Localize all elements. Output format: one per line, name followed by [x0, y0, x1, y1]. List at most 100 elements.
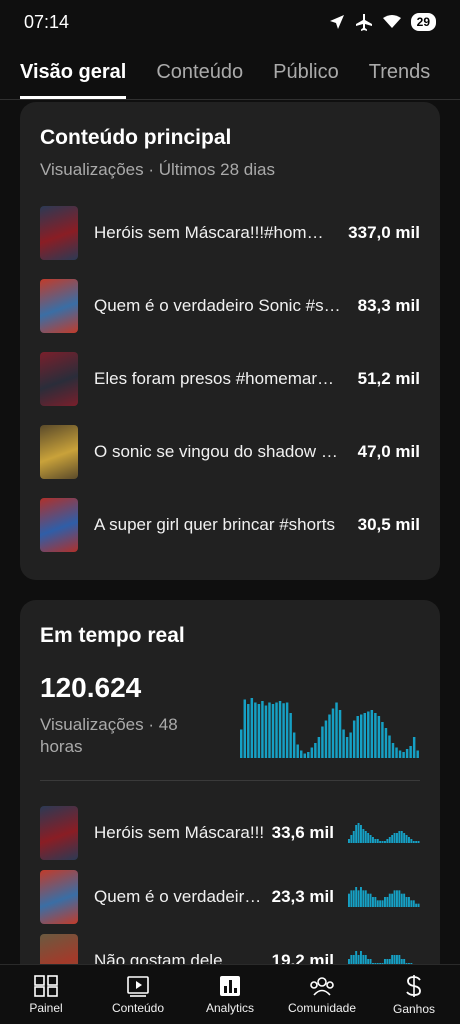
sparkline-bar: [369, 835, 372, 843]
sparkline-bar: [372, 837, 374, 843]
video-views: 47,0 mil: [357, 441, 420, 461]
realtime-row[interactable]: Heróis sem Máscara!!! 33,6 mil: [40, 801, 420, 865]
nav-ganhos[interactable]: Ganhos: [368, 965, 460, 1024]
chart-bar: [247, 704, 250, 758]
top-content-card: Conteúdo principal Visualizações · Últim…: [20, 102, 440, 580]
chart-bar: [352, 720, 356, 758]
sparkline-bar: [417, 903, 420, 907]
nav-analytics[interactable]: Analytics: [184, 965, 276, 1024]
chart-bar: [402, 752, 405, 758]
sparkline-bar: [357, 890, 360, 907]
tab-publico[interactable]: Público: [273, 48, 339, 99]
chart-bar: [240, 729, 243, 758]
video-title: Quem é o verdadeiro Sonic #shorts: [94, 295, 342, 315]
chart-bar: [278, 701, 282, 758]
nav-conteudo[interactable]: Conteúdo: [92, 965, 184, 1024]
sparkline-bar: [374, 839, 377, 843]
realtime-row[interactable]: Quem é o verdadeiro Sonic 23,3 mil: [40, 865, 420, 929]
top-content-row[interactable]: A super girl quer brincar #shorts 30,5 m…: [40, 488, 420, 561]
chart-bar: [289, 713, 292, 758]
sparkline-bar: [357, 823, 360, 843]
tab-conteudo[interactable]: Conteúdo: [156, 48, 243, 99]
chart-bar: [356, 716, 359, 758]
nav-label: Comunidade: [287, 1000, 357, 1015]
video-title: A super girl quer brincar #shorts: [94, 514, 335, 534]
sparkline-bar: [398, 890, 401, 907]
video-thumbnail: [40, 351, 78, 406]
video-title: Quem é o verdadeiro Sonic: [94, 887, 266, 906]
sparkline-bar: [408, 897, 410, 907]
sparkline-bar: [372, 897, 374, 907]
chart-bar: [300, 750, 303, 758]
video-library-icon: [127, 975, 149, 997]
chart-bar: [360, 714, 363, 758]
realtime-title: Em tempo real: [40, 624, 185, 647]
sparkline-bar: [403, 833, 406, 843]
sparkline-bar: [405, 897, 408, 907]
top-content-row[interactable]: Heróis sem Máscara!!!#homemaranha #short…: [40, 196, 420, 269]
sparkline-bar: [374, 897, 377, 907]
chart-bar: [367, 711, 370, 758]
nav-label: Analytics: [205, 1000, 255, 1015]
sparkline-bar: [352, 890, 355, 907]
status-bar: 07:14 29: [0, 0, 460, 44]
sparkline-bar: [412, 900, 415, 907]
nav-label: Ganhos: [392, 1001, 436, 1016]
realtime-total-views: 120.624: [40, 672, 142, 703]
nav-comunidade[interactable]: Comunidade: [276, 965, 368, 1024]
video-title: Heróis sem Máscara!!!#homemaranha #short…: [94, 222, 332, 242]
chart-bar: [391, 743, 395, 758]
realtime-card[interactable]: Em tempo real 120.624 Visualizações · 48…: [20, 600, 440, 1020]
bottom-navigation: Painel Conteúdo Analytics Comunidade Gan…: [0, 964, 460, 1024]
video-title: O sonic se vingou do shadow #shorts: [94, 441, 342, 461]
video-thumbnail: [40, 278, 78, 333]
chart-bar: [388, 735, 391, 758]
sparkline-bar: [362, 890, 365, 907]
chart-bar: [264, 705, 268, 758]
community-icon: [310, 976, 334, 996]
chart-bar: [292, 732, 296, 758]
chart-bar: [395, 747, 398, 758]
sparkline-bar: [386, 897, 389, 907]
chart-bar: [314, 743, 317, 758]
tab-visao-geral[interactable]: Visão geral: [20, 48, 127, 99]
chart-bar: [335, 702, 338, 758]
nav-label: Painel: [29, 1000, 63, 1015]
top-content-row[interactable]: O sonic se vingou do shadow #shorts 47,0…: [40, 415, 420, 488]
sparkline-bar: [379, 900, 382, 907]
video-title: Eles foram presos #homemaranha: [94, 368, 342, 388]
status-time: 07:14: [24, 11, 70, 32]
sparkline-bar: [388, 837, 391, 843]
sparkline-bar: [384, 897, 386, 907]
top-content-row[interactable]: Eles foram presos #homemaranha 51,2 mil: [40, 342, 420, 415]
analytics-icon: [220, 975, 240, 996]
sparkline-bar: [355, 825, 358, 843]
dashboard-icon: [34, 974, 58, 997]
sparkline-bar: [355, 887, 358, 907]
sparkline-bar: [400, 831, 403, 843]
video-views: 51,2 mil: [357, 368, 420, 388]
tab-trends[interactable]: Trends: [369, 48, 431, 99]
chart-bar: [342, 729, 345, 758]
chart-bar: [324, 720, 328, 758]
chart-bar: [328, 714, 331, 758]
sparkline-bar: [410, 900, 413, 907]
video-sparkline: [348, 823, 420, 843]
chart-bar: [384, 728, 388, 758]
chart-bar: [268, 702, 271, 758]
video-thumbnail: [40, 497, 78, 552]
realtime-bar-chart: [240, 698, 419, 758]
sparkline-bar: [386, 839, 389, 843]
video-title: Heróis sem Máscara!!!: [94, 823, 265, 842]
sparkline-bar: [350, 890, 353, 907]
chart-bar: [409, 746, 412, 758]
chart-bar: [321, 726, 324, 758]
sparkline-bar: [381, 900, 384, 907]
location-icon: [329, 15, 344, 29]
chart-bar: [250, 698, 254, 758]
top-content-row[interactable]: Quem é o verdadeiro Sonic #shorts 83,3 m…: [40, 269, 420, 342]
sparkline-bar: [376, 900, 379, 907]
sparkline-bar: [362, 829, 365, 843]
nav-painel[interactable]: Painel: [0, 965, 92, 1024]
chart-bar: [345, 737, 349, 758]
